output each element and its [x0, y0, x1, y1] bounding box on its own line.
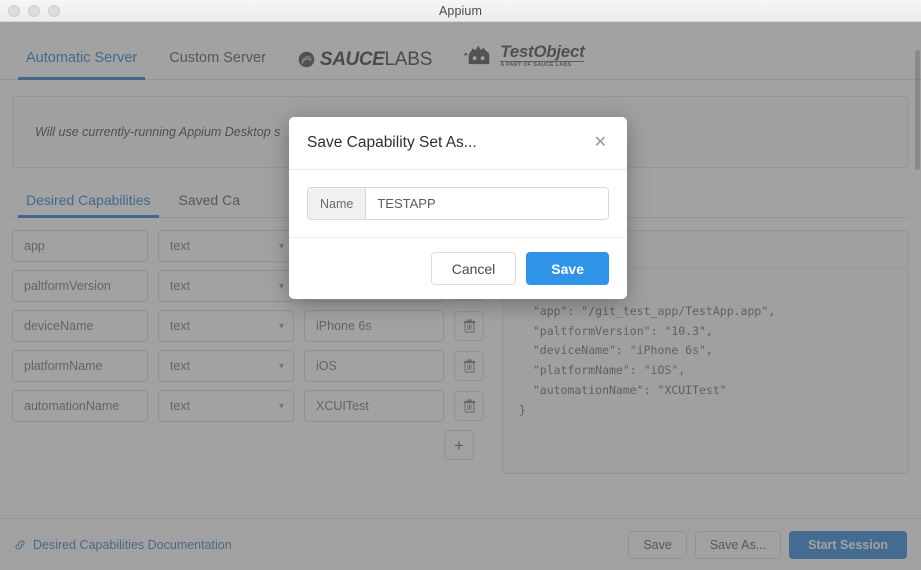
minimize-window-button[interactable] — [28, 4, 40, 17]
traffic-lights — [8, 0, 60, 21]
close-window-button[interactable] — [8, 4, 20, 17]
modal-body: Name — [289, 170, 627, 238]
modal-save-button[interactable]: Save — [526, 252, 609, 285]
close-icon[interactable]: ✕ — [592, 133, 609, 153]
maximize-window-button[interactable] — [48, 4, 60, 17]
name-input-group: Name — [307, 187, 609, 220]
appium-window: Appium Automatic Server Custom Server SA… — [0, 0, 921, 570]
save-capability-set-modal: Save Capability Set As... ✕ Name Cancel … — [289, 117, 627, 299]
modal-cancel-button[interactable]: Cancel — [430, 252, 517, 285]
window-title: Appium — [439, 3, 482, 18]
modal-title: Save Capability Set As... — [307, 134, 477, 151]
modal-footer: Cancel Save — [289, 238, 627, 299]
modal-header: Save Capability Set As... ✕ — [289, 117, 627, 170]
window-titlebar: Appium — [0, 0, 921, 22]
name-label: Name — [308, 188, 367, 219]
name-input[interactable] — [366, 188, 608, 219]
